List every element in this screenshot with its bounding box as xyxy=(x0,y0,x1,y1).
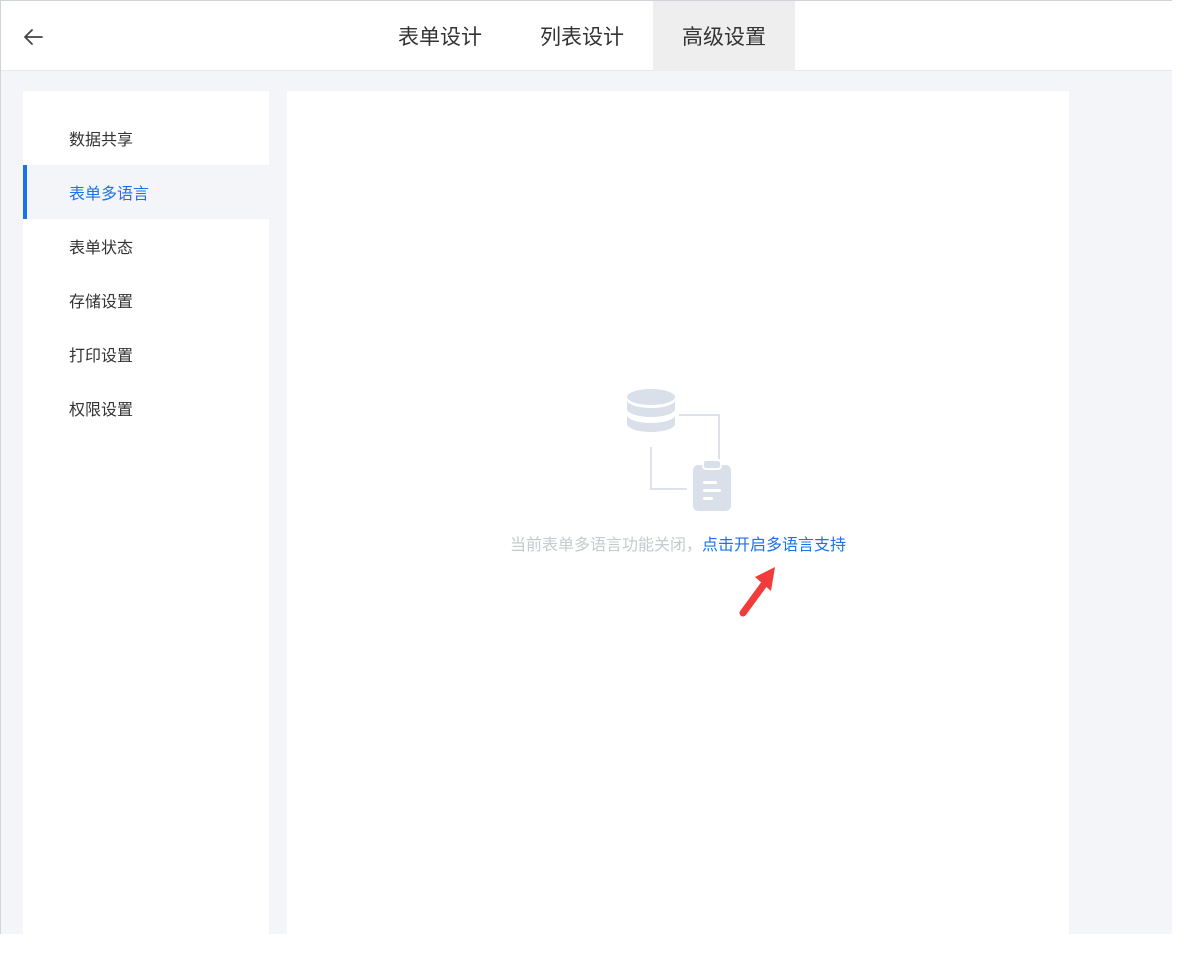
app-window: 表单设计 列表设计 高级设置 数据共享 表单多语言 表单状态 存储设置 打印设置… xyxy=(0,0,1172,934)
red-arrow-icon xyxy=(735,561,785,621)
back-button[interactable] xyxy=(19,23,47,51)
database-clipboard-icon xyxy=(617,385,737,515)
enable-multilanguage-link[interactable]: 点击开启多语言支持 xyxy=(702,535,846,554)
arrow-left-icon xyxy=(22,26,44,48)
tab-advanced-settings[interactable]: 高级设置 xyxy=(653,1,795,71)
sidebar-item-form-status[interactable]: 表单状态 xyxy=(23,219,269,273)
torn-edge-bottom xyxy=(0,934,1204,978)
sidebar-item-storage-settings[interactable]: 存储设置 xyxy=(23,273,269,327)
settings-sidebar: 数据共享 表单多语言 表单状态 存储设置 打印设置 权限设置 xyxy=(23,91,269,934)
tab-form-design[interactable]: 表单设计 xyxy=(369,1,511,71)
top-navigation-bar: 表单设计 列表设计 高级设置 xyxy=(1,1,1172,71)
empty-state-text: 当前表单多语言功能关闭， xyxy=(510,535,702,554)
sidebar-item-form-multilanguage[interactable]: 表单多语言 xyxy=(23,165,269,219)
design-tabs: 表单设计 列表设计 高级设置 xyxy=(369,1,795,71)
main-content-panel: 当前表单多语言功能关闭，点击开启多语言支持 xyxy=(287,91,1069,934)
sidebar-item-print-settings[interactable]: 打印设置 xyxy=(23,327,269,381)
tab-list-design[interactable]: 列表设计 xyxy=(511,1,653,71)
sidebar-item-data-sharing[interactable]: 数据共享 xyxy=(23,111,269,165)
empty-state-message: 当前表单多语言功能关闭，点击开启多语言支持 xyxy=(287,531,1069,555)
sidebar-item-permission-settings[interactable]: 权限设置 xyxy=(23,381,269,435)
torn-edge-right xyxy=(1188,0,1204,964)
